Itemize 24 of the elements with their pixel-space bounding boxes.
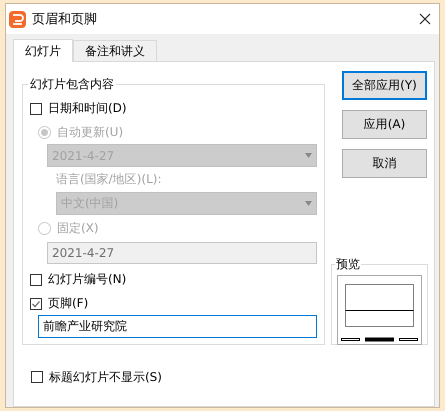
- checkbox[interactable]: [30, 102, 42, 115]
- language-label: 语言(国家/地区)(L):: [56, 171, 162, 188]
- dropdown-arrow-icon: [305, 153, 312, 158]
- dialog-button[interactable]: 取消: [342, 149, 427, 178]
- checkbox[interactable]: [31, 371, 43, 383]
- checkbox-label: 标题幻灯片不显示(S): [49, 368, 162, 386]
- dialog-button[interactable]: 全部应用(Y): [342, 71, 427, 100]
- dropdown-arrow-icon: [305, 201, 312, 206]
- close-icon[interactable]: [419, 13, 431, 25]
- group-title: 预览: [335, 256, 361, 273]
- radio-label: 自动更新(U): [57, 124, 124, 141]
- radio-label: 固定(X): [57, 220, 99, 237]
- window-title: 页眉和页脚: [32, 11, 98, 28]
- dialog-button[interactable]: 应用(A): [342, 110, 427, 139]
- checkbox-label: 页脚(F): [48, 295, 88, 312]
- checkbox[interactable]: [30, 298, 42, 310]
- checkbox-label: 日期和时间(D): [48, 100, 127, 118]
- footer-text-field[interactable]: 前瞻产业研究院: [38, 315, 317, 338]
- tab[interactable]: 幻灯片: [13, 39, 73, 62]
- tab[interactable]: 备注和讲义: [73, 40, 157, 61]
- checkbox[interactable]: [30, 274, 42, 286]
- checkbox-label: 幻灯片编号(N): [48, 271, 126, 288]
- group-title: 幻灯片包含内容: [29, 76, 115, 93]
- app-logo-icon: [9, 10, 26, 28]
